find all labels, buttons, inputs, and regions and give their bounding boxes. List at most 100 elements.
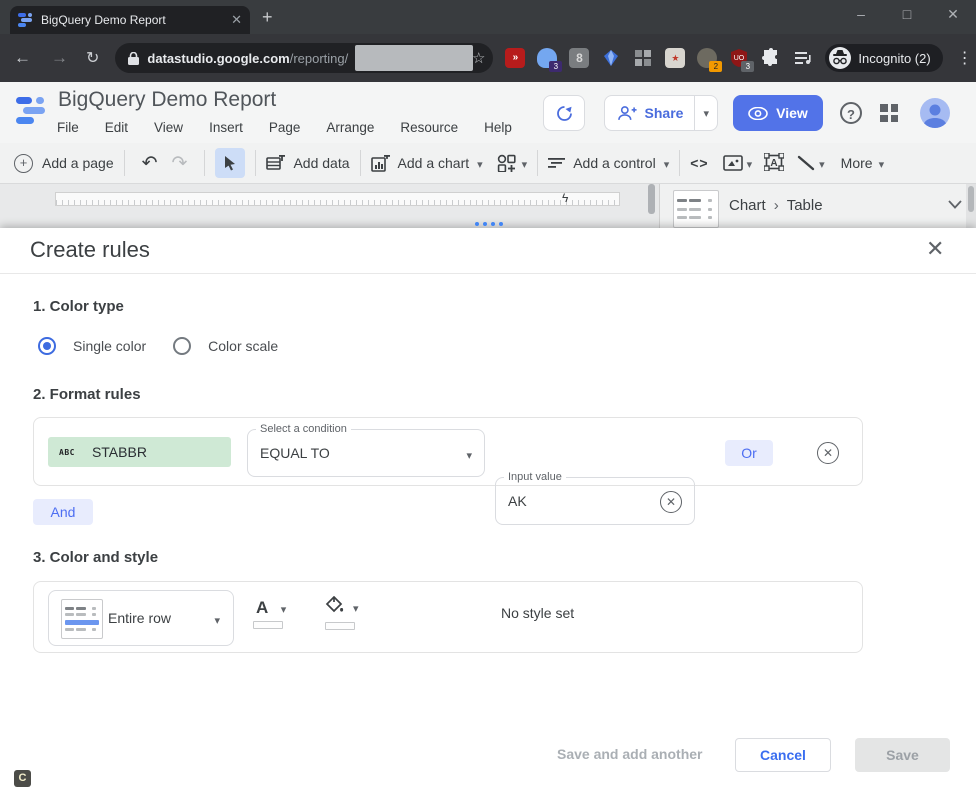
ext-ghost-badge: 3 [549,61,563,72]
cancel-button[interactable]: Cancel [735,738,831,772]
address-bar[interactable]: datastudio.google.com/reporting/ ☆ [115,43,494,73]
ext-clock-badge: 2 [709,61,723,72]
browser-tab[interactable]: BigQuery Demo Report ✕ [10,6,250,34]
chart-type-thumbnail[interactable] [673,190,719,228]
bookmark-star-icon[interactable]: ☆ [472,49,485,67]
image-button[interactable] [722,155,753,171]
window-scrollbar[interactable] [966,184,976,228]
input-value-text: AK [508,493,527,509]
forward-icon[interactable]: → [51,48,68,68]
add-control-button[interactable]: Add a control [548,155,669,171]
menu-resource[interactable]: Resource [400,120,458,135]
chevron-down-icon[interactable] [948,200,962,209]
apply-to-select[interactable]: Entire row [48,590,234,646]
single-color-radio[interactable] [38,337,56,355]
save-button[interactable]: Save [855,738,950,772]
reload-icon[interactable]: ↻ [86,48,99,68]
line-tool-button[interactable] [797,155,825,171]
fill-color-control[interactable] [325,595,371,630]
add-control-label: Add a control [573,155,656,171]
text-color-control[interactable]: A [253,598,299,629]
clear-input-icon[interactable]: ✕ [660,491,682,513]
ext-gem-icon[interactable] [601,48,621,68]
color-style-heading: 3. Color and style [33,549,159,566]
redo-icon[interactable]: ↷ [172,152,188,175]
add-data-button[interactable]: Add data [266,154,350,172]
color-style-row: Entire row A No style set [33,581,863,653]
color-scale-radio[interactable] [173,337,192,355]
or-button[interactable]: Or [725,440,773,466]
menu-page[interactable]: Page [269,120,301,135]
style-preview-text: No style set [501,605,575,621]
add-chart-button[interactable]: Add a chart [370,154,483,172]
share-button[interactable]: Share [604,95,718,131]
community-viz-button[interactable] [497,154,528,172]
ext-shield-icon[interactable]: UO 3 [729,48,755,72]
apply-to-caret [214,611,220,629]
help-icon[interactable]: ? [840,102,862,124]
add-chart-caret [477,155,483,171]
menu-edit[interactable]: Edit [105,120,128,135]
ext-clock-icon[interactable]: 2 [697,48,723,72]
ext-video-speed-icon[interactable]: » [505,48,526,68]
breadcrumb-type[interactable]: Table [787,197,823,214]
embed-button[interactable]: <> [690,155,708,171]
breadcrumb-chart[interactable]: Chart [729,197,766,214]
select-tool-button[interactable] [215,148,246,178]
add-chart-label: Add a chart [397,155,470,171]
new-tab-button[interactable]: + [262,8,273,26]
single-color-label[interactable]: Single color [73,338,146,354]
window-titlebar: BigQuery Demo Report ✕ + – □ ✕ [0,0,976,34]
and-button[interactable]: And [33,499,93,525]
add-page-label: Add a page [42,155,114,171]
apply-to-value: Entire row [108,610,172,626]
tab-close-icon[interactable]: ✕ [231,12,242,28]
color-scale-label[interactable]: Color scale [208,338,278,354]
panel-drag-handle[interactable] [475,222,503,226]
avatar[interactable] [920,98,950,128]
modal-header-divider [0,273,976,274]
browser-menu-kebab-icon[interactable]: ⋮ [957,48,973,68]
text-box-icon: A [763,151,785,172]
more-button[interactable]: More [841,155,884,171]
undo-icon[interactable]: ↶ [142,152,158,175]
window-maximize-button[interactable]: □ [892,6,922,22]
add-page-button[interactable]: + Add a page [14,153,114,173]
image-icon [722,155,743,171]
media-queue-icon[interactable] [793,48,813,68]
save-add-another-button[interactable]: Save and add another [557,746,702,762]
menu-insert[interactable]: Insert [209,120,243,135]
menu-arrange[interactable]: Arrange [326,120,374,135]
incognito-profile-chip[interactable]: Incognito (2) [825,44,943,72]
refresh-data-button[interactable] [543,95,585,131]
ext-grid-icon[interactable] [633,48,653,68]
text-box-button[interactable]: A [763,151,785,174]
menu-file[interactable]: File [57,120,79,135]
menu-help[interactable]: Help [484,120,512,135]
report-title[interactable]: BigQuery Demo Report [58,88,276,112]
panel-scrollbar-thumb[interactable] [648,184,655,214]
window-close-button[interactable]: ✕ [938,6,968,23]
field-chip[interactable]: ABC STABBR [48,437,231,467]
extensions-puzzle-icon[interactable] [761,48,781,68]
menu-view[interactable]: View [154,120,183,135]
view-button[interactable]: View [733,95,823,131]
c-badge: C [14,770,31,787]
apps-grid-icon[interactable] [879,103,899,123]
ext-gray-icon[interactable]: 8 [569,48,590,68]
toolbar-divider [204,150,206,176]
add-chart-icon [370,154,390,172]
ext-star-card-icon[interactable]: ★ [665,48,686,68]
lightning-icon: ϟ [562,191,569,205]
condition-select[interactable]: Select a condition EQUAL TO [247,423,485,477]
delete-rule-icon[interactable]: ✕ [817,442,839,464]
text-color-swatch [253,621,283,629]
toolbar-divider [123,150,125,176]
share-dropdown-caret[interactable] [694,96,717,130]
modal-close-icon[interactable]: ✕ [926,236,944,262]
back-icon[interactable]: ← [14,48,31,68]
input-value-field[interactable]: Input value AK ✕ [495,471,695,525]
field-type-icon: ABC [59,447,75,457]
ext-ghost-icon[interactable]: 3 [537,48,563,72]
window-minimize-button[interactable]: – [846,6,876,22]
